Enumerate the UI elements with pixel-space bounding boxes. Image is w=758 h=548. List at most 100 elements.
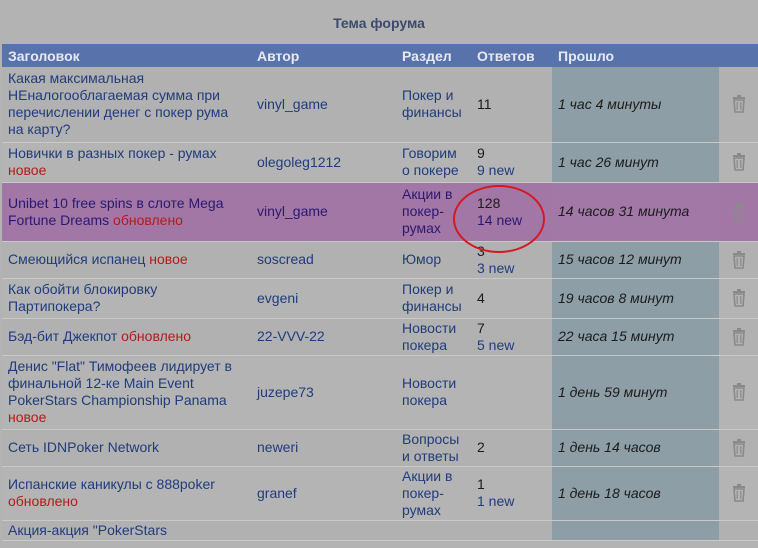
- section-cell: Говорим о покере: [396, 142, 471, 183]
- topic-status-flag: обновлено: [8, 493, 78, 509]
- table-row: Акция-акция "PokerStars: [2, 520, 758, 541]
- forum-caption: Тема форума: [333, 15, 425, 31]
- author-cell: vinyl_game: [251, 182, 396, 242]
- elapsed-time: 1 день 18 часов: [558, 484, 661, 501]
- header-author[interactable]: Автор: [251, 44, 396, 67]
- topic-status-flag: новое: [8, 162, 47, 178]
- elapsed-cell: 1 день 18 часов: [552, 466, 719, 521]
- elapsed-time: 1 день 14 часов: [558, 439, 661, 455]
- topic-section[interactable]: Акции в покер-румах: [402, 468, 452, 518]
- delete-cell: [719, 67, 758, 143]
- replies-cell: 75 new: [471, 318, 552, 356]
- topic-author[interactable]: vinyl_game: [257, 203, 328, 219]
- topic-cell: Акция-акция "PokerStars: [2, 520, 251, 541]
- trash-icon[interactable]: [731, 250, 747, 269]
- author-cell: evgeni: [251, 278, 396, 319]
- topic-cell: Новички в разных покер - румах новое: [2, 142, 251, 183]
- topic-section[interactable]: Новости покера: [402, 320, 456, 353]
- topic-author[interactable]: olegoleg1212: [257, 154, 341, 170]
- new-replies-link[interactable]: 9 new: [477, 162, 546, 179]
- table-row: Новички в разных покер - румах новое ole…: [2, 142, 758, 183]
- topic-title[interactable]: Как обойти блокировку Партипокера?: [8, 281, 157, 314]
- reply-count: 11: [477, 95, 492, 112]
- topic-cell: Денис "Flat" Тимофеев лидирует в финальн…: [2, 355, 251, 430]
- trash-icon[interactable]: [731, 153, 747, 171]
- topic-author[interactable]: vinyl_game: [257, 96, 328, 112]
- replies-cell: 11: [471, 67, 552, 143]
- table-header: Заголовок Автор Раздел Ответов Прошло: [2, 44, 758, 67]
- replies-cell: [471, 355, 552, 430]
- topic-cell: Как обойти блокировку Партипокера?: [2, 278, 251, 319]
- elapsed-time: 1 день 59 минут: [558, 383, 668, 400]
- topic-section[interactable]: Вопросы и ответы: [402, 431, 459, 464]
- forum-topics-table: Заголовок Автор Раздел Ответов Прошло Ка…: [2, 44, 758, 541]
- new-replies-link[interactable]: 14 new: [477, 212, 546, 229]
- replies-cell: 33 new: [471, 241, 552, 279]
- topic-title[interactable]: Сеть IDNPoker Network: [8, 439, 159, 455]
- topic-title[interactable]: Бэд-бит Джекпот: [8, 328, 117, 344]
- topic-status-flag: обновлено: [113, 211, 183, 228]
- trash-icon[interactable]: [731, 202, 747, 221]
- new-replies-link[interactable]: 1 new: [477, 493, 546, 510]
- topic-section[interactable]: Говорим о покере: [402, 145, 459, 178]
- elapsed-cell: [552, 520, 719, 541]
- elapsed-cell: 22 часа 15 минут: [552, 318, 719, 356]
- delete-cell: [719, 520, 758, 541]
- trash-icon[interactable]: [731, 95, 747, 114]
- delete-cell: [719, 182, 758, 242]
- topic-title[interactable]: Акция-акция "PokerStars: [8, 522, 167, 538]
- topic-cell: Бэд-бит Джекпот обновлено: [2, 318, 251, 356]
- section-cell: Покер и финансы: [396, 278, 471, 319]
- topic-author[interactable]: granef: [257, 485, 297, 501]
- author-cell: juzepe73: [251, 355, 396, 430]
- topic-section[interactable]: Акции в покер-румах: [402, 186, 452, 236]
- topic-title[interactable]: Новички в разных покер - румах: [8, 145, 217, 161]
- topic-section[interactable]: Юмор: [402, 251, 441, 267]
- topic-author[interactable]: 22-VVV-22: [257, 328, 325, 344]
- elapsed-time: 22 часа 15 минут: [558, 328, 675, 344]
- reply-count: 4: [477, 289, 485, 306]
- topic-section[interactable]: Покер и финансы: [402, 87, 462, 120]
- topic-cell: Сеть IDNPoker Network: [2, 429, 251, 467]
- reply-count: 128: [477, 194, 501, 211]
- delete-cell: [719, 355, 758, 430]
- header-replies[interactable]: Ответов: [471, 44, 552, 67]
- delete-cell: [719, 466, 758, 521]
- delete-cell: [719, 318, 758, 356]
- trash-icon[interactable]: [731, 327, 747, 346]
- header-actions: [719, 44, 758, 67]
- topic-title[interactable]: Какая максимальная НЕналогооблагаемая су…: [8, 70, 228, 137]
- section-cell: Новости покера: [396, 318, 471, 356]
- header-elapsed[interactable]: Прошло: [552, 44, 719, 67]
- replies-cell: 2: [471, 429, 552, 467]
- topic-author[interactable]: neweri: [257, 439, 298, 455]
- topic-author[interactable]: evgeni: [257, 290, 298, 306]
- table-row: Unibet 10 free spins в слоте Mega Fortun…: [2, 182, 758, 242]
- header-section[interactable]: Раздел: [396, 44, 471, 67]
- table-row: Смеющийся испанец новое soscread Юмор 33…: [2, 241, 758, 279]
- topic-section[interactable]: Покер и финансы: [402, 281, 462, 314]
- trash-icon[interactable]: [731, 438, 747, 457]
- elapsed-cell: 1 час 26 минут: [552, 142, 719, 183]
- elapsed-time: 15 часов 12 минут: [558, 251, 682, 267]
- section-cell: Вопросы и ответы: [396, 429, 471, 467]
- author-cell: olegoleg1212: [251, 142, 396, 183]
- replies-cell: 11 new: [471, 466, 552, 521]
- topic-author[interactable]: soscread: [257, 251, 314, 267]
- topic-section[interactable]: Новости покера: [402, 375, 456, 408]
- new-replies-link[interactable]: 5 new: [477, 337, 546, 354]
- topic-title[interactable]: Испанские каникулы с 888poker: [8, 476, 215, 492]
- trash-icon[interactable]: [731, 289, 747, 307]
- header-title[interactable]: Заголовок: [2, 44, 251, 67]
- section-cell: Новости покера: [396, 355, 471, 430]
- trash-icon[interactable]: [731, 484, 747, 502]
- topic-title[interactable]: Смеющийся испанец: [8, 251, 145, 267]
- topic-author[interactable]: juzepe73: [257, 384, 314, 400]
- new-replies-link[interactable]: 3 new: [477, 260, 546, 277]
- author-cell: vinyl_game: [251, 67, 396, 143]
- elapsed-cell: 14 часов 31 минута: [552, 182, 719, 242]
- table-row: Испанские каникулы с 888poker обновлено …: [2, 466, 758, 521]
- replies-cell: 128 14 new: [471, 182, 552, 242]
- trash-icon[interactable]: [731, 383, 747, 401]
- topic-title[interactable]: Денис "Flat" Тимофеев лидирует в финальн…: [8, 358, 232, 408]
